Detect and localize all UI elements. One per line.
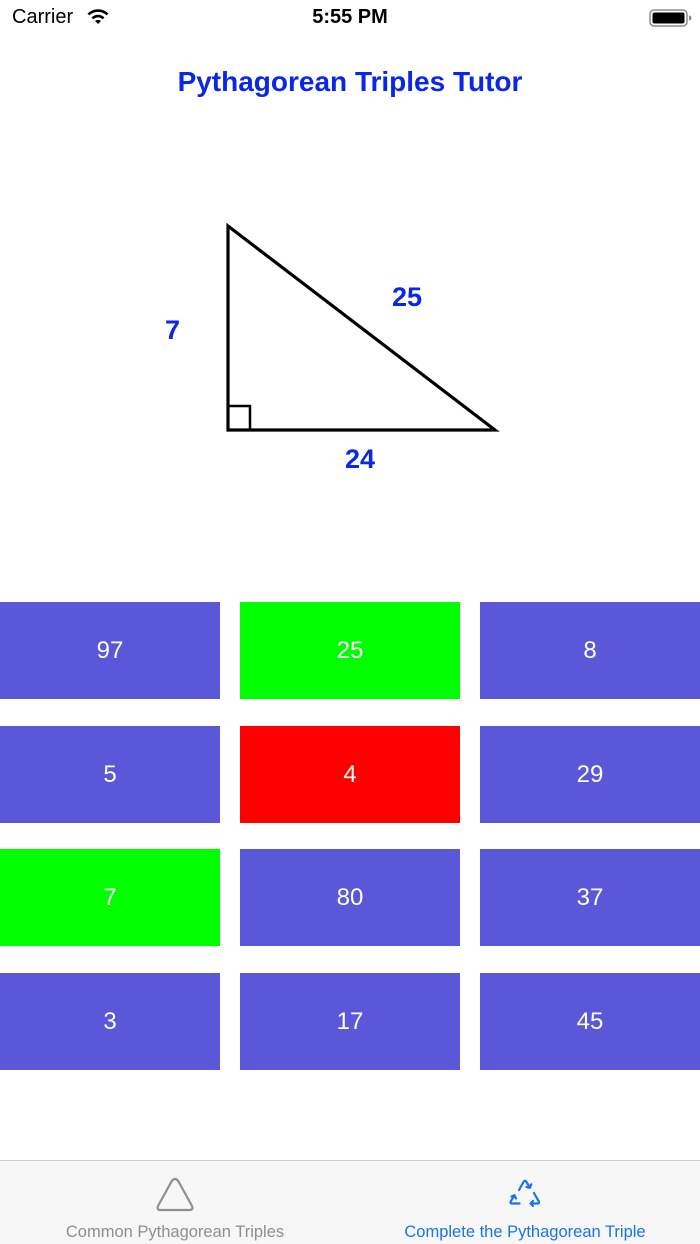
answer-tile[interactable]: 97 <box>0 602 220 699</box>
triangle-icon <box>156 1177 194 1212</box>
recycle-icon <box>509 1179 541 1208</box>
answer-tile[interactable]: 7 <box>0 849 220 946</box>
tab-complete-triple[interactable]: Complete the Pythagorean Triple <box>350 1161 700 1244</box>
answer-tile[interactable]: 5 <box>0 726 220 823</box>
tab-label: Complete the Pythagorean Triple <box>404 1223 646 1241</box>
answer-tile[interactable]: 4 <box>240 726 460 823</box>
answer-tile[interactable]: 17 <box>240 973 460 1070</box>
right-triangle-diagram <box>226 222 500 432</box>
tab-label: Common Pythagorean Triples <box>65 1223 285 1241</box>
app-screen: Carrier 5:55 PM Pythagorean Triples Tuto… <box>0 0 700 1244</box>
tab-common-triples[interactable]: Common Pythagorean Triples <box>0 1161 350 1244</box>
tab-bar: Common Pythagorean Triples Complete the … <box>0 1160 700 1244</box>
hypotenuse-label: 25 <box>392 282 423 312</box>
answer-tile[interactable]: 3 <box>0 973 220 1070</box>
answer-tile[interactable]: 80 <box>240 849 460 946</box>
answer-tile[interactable]: 37 <box>480 849 700 946</box>
answer-tile[interactable]: 45 <box>480 973 700 1070</box>
answer-tile[interactable]: 25 <box>240 602 460 699</box>
answer-tile[interactable]: 8 <box>480 602 700 699</box>
side-a-label: 7 <box>165 315 181 345</box>
side-b-label: 24 <box>345 444 376 474</box>
answer-tile[interactable]: 29 <box>480 726 700 823</box>
triangle-shape <box>226 222 500 432</box>
right-angle-marker <box>226 404 252 432</box>
